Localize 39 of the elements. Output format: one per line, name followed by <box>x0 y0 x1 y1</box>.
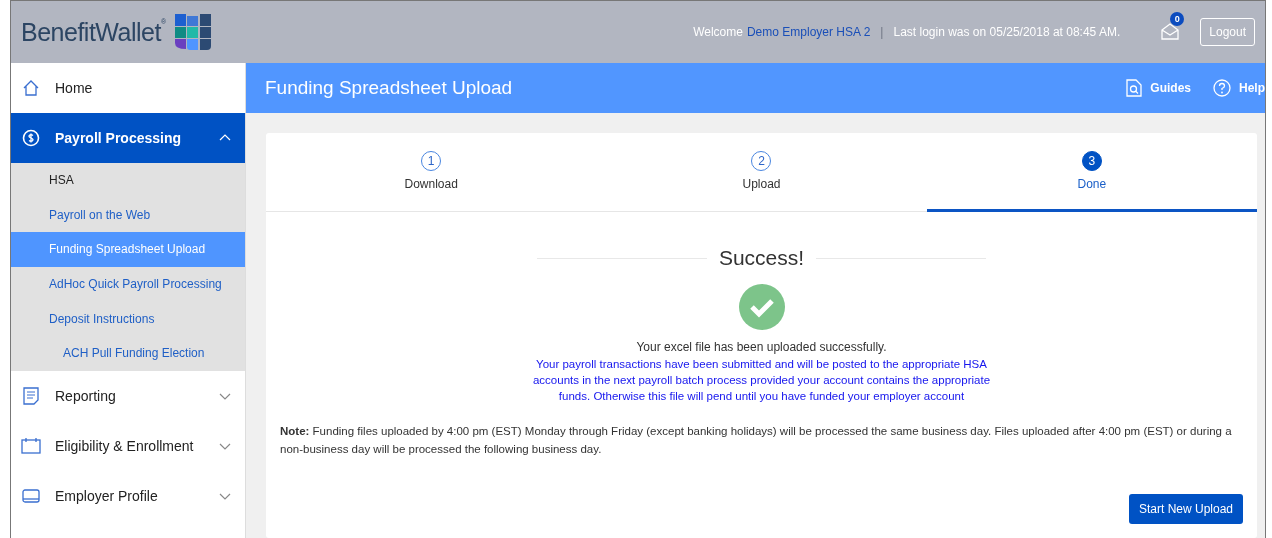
nav-subheading[interactable]: HSA <box>11 163 245 198</box>
step-number: 3 <box>1081 151 1102 171</box>
last-login-text: Last login was on 05/25/2018 at 08:45 AM. <box>893 25 1121 39</box>
nav-subitem[interactable]: AdHoc Quick Payroll Processing <box>11 267 245 302</box>
message-count-badge: 0 <box>1170 12 1185 26</box>
document-search-icon <box>1126 79 1143 97</box>
nav-item[interactable]: Eligibility & Enrollment <box>11 421 245 472</box>
nav-subitem[interactable]: ACH Pull Funding Election <box>11 336 245 372</box>
nav-item[interactable]: Payroll Processing <box>11 113 245 163</box>
step-label: Upload <box>742 177 781 191</box>
dollar-icon <box>22 129 40 147</box>
brand-logo <box>173 13 212 51</box>
page-title: Funding Spreadsheet Upload <box>265 77 514 99</box>
step-label: Download <box>404 177 458 191</box>
nav-subitem[interactable]: Deposit Instructions <box>11 301 245 337</box>
success-message: Your excel file has been uploaded successfully. <box>635 340 888 354</box>
step-label: Done <box>1077 177 1107 191</box>
nav-item[interactable]: Home <box>11 63 245 113</box>
step-tab[interactable]: 2 Upload <box>596 133 927 212</box>
details-text: Your payroll transactions have been submitted and will be posted to the appropriate HSA accounts in the next payroll batch process provided your account contains the appropriate funds. Otherwise this file will pend until you have funded your employer account <box>531 357 992 404</box>
user-link[interactable]: Demo Employer HSA 2 <box>746 25 871 39</box>
card-icon <box>22 489 40 504</box>
document-icon <box>23 387 39 406</box>
nav-subitem[interactable]: Payroll on the Web <box>11 197 245 233</box>
home-icon <box>22 79 40 97</box>
envelope-icon <box>1160 22 1181 40</box>
step-tab[interactable]: 1 Download <box>266 133 597 212</box>
step-tab[interactable]: 3 Done <box>926 133 1257 212</box>
nav-item[interactable]: Reporting <box>11 371 245 422</box>
nav-item[interactable]: Employer Profile <box>11 471 245 522</box>
welcome-text: Welcome <box>693 25 743 39</box>
help-icon <box>1213 79 1231 97</box>
brand-name: BenefitWallet$^{®}$ <box>21 17 166 47</box>
success-heading: Success! <box>718 246 805 270</box>
calendar-icon <box>21 438 41 455</box>
start-new-upload-button[interactable]: Start New Upload <box>1128 494 1243 524</box>
check-circle-icon <box>738 284 785 330</box>
note-text: Note: Funding files uploaded by 4:00 pm (EST) Monday through Friday (except banking holidays) will be processed the same business day. Files uploaded after 4:00 pm (EST) or during a non-business day will be processed the following business day. <box>280 424 1233 457</box>
separator: | <box>880 25 884 39</box>
